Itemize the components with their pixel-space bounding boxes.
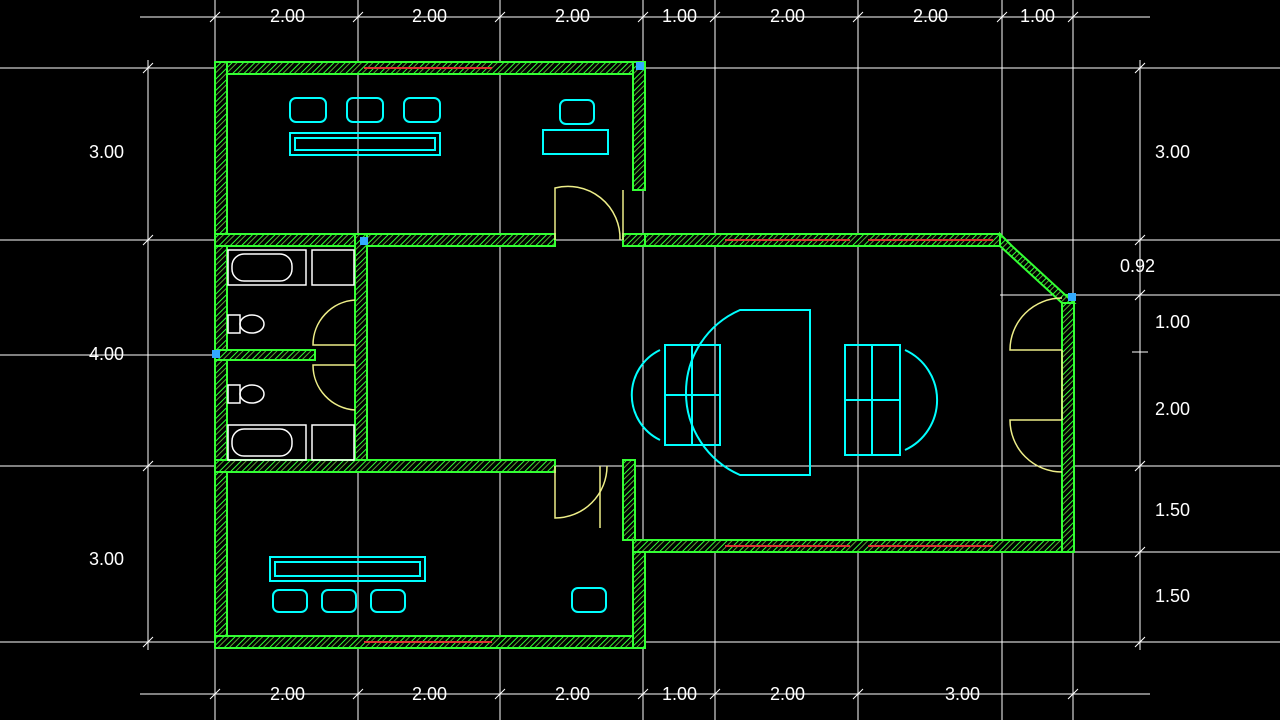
dim-label: 2.00 — [770, 6, 805, 26]
dim-label: 1.50 — [1155, 500, 1190, 520]
dim-label: 2.00 — [770, 684, 805, 704]
dim-label: 1.00 — [1155, 312, 1190, 332]
furniture-bottom-room — [270, 557, 606, 612]
dim-label: 2.00 — [270, 6, 305, 26]
dim-label: 0.92 — [1120, 256, 1155, 276]
dim-label: 2.00 — [412, 6, 447, 26]
dim-top: 2.00 2.00 2.00 1.00 2.00 2.00 1.00 — [140, 6, 1150, 26]
dim-label: 2.00 — [913, 6, 948, 26]
dim-bottom: 2.00 2.00 2.00 1.00 2.00 3.00 — [140, 684, 1150, 704]
dim-label: 2.00 — [1155, 399, 1190, 419]
floor-plan: 2.00 2.00 2.00 1.00 2.00 2.00 1.00 2.00 … — [0, 0, 1280, 720]
dim-label: 3.00 — [89, 142, 124, 162]
dim-label: 2.00 — [555, 6, 590, 26]
furniture-top-room — [290, 98, 608, 155]
dim-label: 4.00 — [89, 344, 124, 364]
dim-label: 1.00 — [662, 684, 697, 704]
dim-label: 1.00 — [1020, 6, 1055, 26]
dim-right: 3.00 0.92 1.00 2.00 1.50 1.50 — [1120, 60, 1190, 650]
windows — [364, 68, 993, 642]
dim-label: 3.00 — [1155, 142, 1190, 162]
dim-label: 3.00 — [945, 684, 980, 704]
dim-label: 2.00 — [270, 684, 305, 704]
dim-label: 2.00 — [555, 684, 590, 704]
dim-label: 1.00 — [662, 6, 697, 26]
living-furniture — [632, 310, 937, 475]
dim-label: 3.00 — [89, 549, 124, 569]
dim-label: 2.00 — [412, 684, 447, 704]
dim-label: 1.50 — [1155, 586, 1190, 606]
